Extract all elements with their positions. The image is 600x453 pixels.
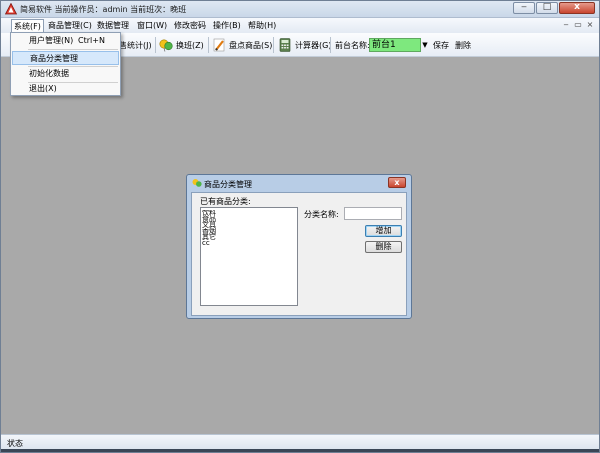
- delete-category-button[interactable]: 删除: [365, 241, 402, 253]
- menu-operation[interactable]: 操作(B): [211, 20, 243, 31]
- menu-window[interactable]: 窗口(W): [135, 20, 169, 31]
- mdi-minimize-icon[interactable]: ‒: [561, 20, 571, 29]
- main-window: 简易软件 当前操作员：admin 当前班次：晚班 ‒ □ x 系统(F) 商品管…: [0, 0, 600, 453]
- maximize-button[interactable]: □: [536, 2, 558, 14]
- close-icon: x: [574, 2, 580, 12]
- window-title: 简易软件 当前操作员：admin 当前班次：晚班: [20, 5, 187, 14]
- calculator-icon: [279, 38, 291, 52]
- menu-item-label: 商品分类管理: [30, 54, 78, 63]
- front-name-select[interactable]: 前台1: [369, 38, 421, 52]
- shift-balloon-icon: [159, 39, 173, 52]
- menu-bar: 系统(F) 商品管理(C) 数据管理 窗口(W) 修改密码 操作(B) 帮助(H…: [1, 18, 599, 34]
- status-bar: 状态: [1, 434, 599, 449]
- inventory-button[interactable]: 盘点商品(S): [212, 37, 272, 53]
- status-text: 状态: [7, 439, 23, 448]
- title-bar[interactable]: 简易软件 当前操作员：admin 当前班次：晚班 ‒ □ x: [1, 1, 599, 18]
- dialog-app-icon: [192, 179, 202, 187]
- dialog-close-button[interactable]: x: [388, 177, 406, 188]
- category-listbox[interactable]: 饮料 食品 文具 香烟 其它 cc: [200, 207, 298, 306]
- sales-stats-button[interactable]: 售统计(J): [119, 37, 152, 53]
- menu-change-password[interactable]: 修改密码: [172, 20, 208, 31]
- menu-item-shortcut: Ctrl+N: [78, 36, 105, 45]
- menu-item-label: 用户管理(N): [29, 36, 74, 45]
- shift-button[interactable]: 换班(Z): [159, 37, 204, 53]
- pencil-icon: [213, 38, 225, 52]
- calculator-button[interactable]: 计算器(G): [278, 37, 331, 53]
- menu-separator: [28, 49, 118, 50]
- menu-help[interactable]: 帮助(H): [246, 20, 278, 31]
- dialog-title: 商品分类管理: [204, 180, 252, 189]
- chevron-down-icon[interactable]: ▼: [421, 38, 429, 52]
- menu-product-management[interactable]: 商品管理(C): [46, 20, 94, 31]
- mdi-restore-icon[interactable]: ▭: [573, 20, 583, 29]
- save-button[interactable]: 保存: [433, 40, 449, 51]
- menu-item-exit[interactable]: 退出(X): [12, 82, 119, 96]
- shift-label: 换班(Z): [176, 40, 204, 50]
- category-name-label: 分类名称:: [304, 210, 339, 219]
- toolbar-separator: [155, 37, 156, 53]
- add-button[interactable]: 增加: [365, 225, 402, 237]
- minimize-button[interactable]: ‒: [513, 2, 535, 14]
- inventory-label: 盘点商品(S): [229, 40, 273, 50]
- menu-item-label: 初始化数据: [29, 69, 69, 78]
- menu-item-user-management[interactable]: 用户管理(N) Ctrl+N: [12, 34, 119, 48]
- calculator-label: 计算器(G): [295, 40, 332, 50]
- toolbar-separator: [273, 37, 274, 53]
- existing-categories-label: 已有商品分类:: [200, 197, 251, 206]
- mdi-close-icon[interactable]: ×: [585, 20, 595, 29]
- toolbar-separator: [208, 37, 209, 53]
- list-item[interactable]: cc: [202, 240, 296, 246]
- menu-item-category-management[interactable]: 商品分类管理: [12, 51, 119, 65]
- front-name-label: 前台名称:: [335, 41, 370, 50]
- menu-item-label: 退出(X): [29, 84, 57, 93]
- app-logo-icon: [5, 3, 17, 15]
- window-controls: ‒ □ x: [513, 2, 595, 14]
- menu-item-init-data[interactable]: 初始化数据: [12, 67, 119, 81]
- taskbar-strip: [1, 449, 599, 452]
- dialog-title-bar[interactable]: 商品分类管理 x: [187, 175, 411, 191]
- menu-data-management[interactable]: 数据管理: [95, 20, 131, 31]
- system-menu-dropdown: 用户管理(N) Ctrl+N 商品分类管理 初始化数据 退出(X): [10, 32, 121, 96]
- maximize-icon: □: [542, 2, 552, 12]
- mdi-controls: ‒ ▭ ×: [561, 20, 595, 29]
- toolbar-separator: [330, 37, 331, 53]
- delete-button[interactable]: 删除: [455, 40, 471, 51]
- dialog-body: 已有商品分类: 饮料 食品 文具 香烟 其它 cc 分类名称: 增加 删除: [191, 192, 407, 316]
- sales-stats-label: 售统计(J): [119, 40, 152, 50]
- minimize-icon: ‒: [521, 2, 527, 12]
- close-button[interactable]: x: [559, 2, 595, 14]
- category-name-input[interactable]: [344, 207, 402, 220]
- category-management-dialog: 商品分类管理 x 已有商品分类: 饮料 食品 文具 香烟 其它 cc 分类名称:…: [186, 174, 412, 319]
